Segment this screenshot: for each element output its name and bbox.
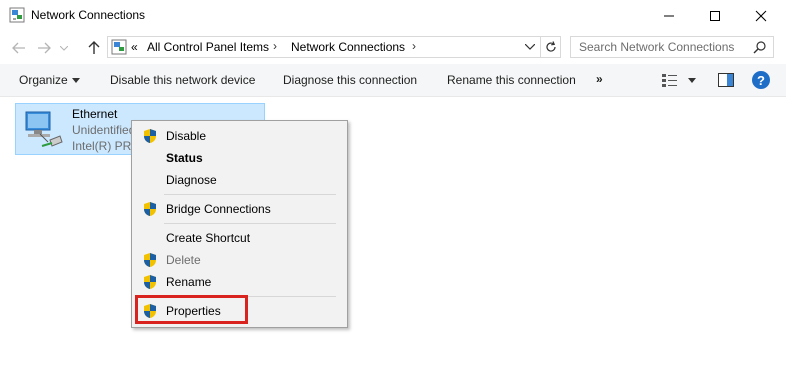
menu-item-status[interactable]: Status — [134, 147, 345, 169]
up-button[interactable] — [84, 38, 104, 58]
network-connections-icon — [9, 7, 25, 23]
menu-item-rename[interactable]: Rename — [134, 271, 345, 293]
menu-item-label: Rename — [166, 275, 212, 289]
uac-shield-icon — [144, 275, 156, 289]
refresh-button[interactable] — [540, 37, 560, 57]
disable-device-button[interactable]: Disable this network device — [110, 73, 255, 87]
uac-shield-icon — [144, 253, 156, 267]
diagnose-button[interactable]: Diagnose this connection — [283, 73, 417, 87]
title-bar: Network Connections — [0, 0, 786, 32]
view-options-caret-icon[interactable] — [688, 78, 696, 83]
arrow-up-icon — [88, 41, 100, 54]
menu-item-disable[interactable]: Disable — [134, 125, 345, 147]
uac-shield-icon — [144, 129, 156, 143]
menu-separator — [164, 223, 336, 224]
rename-button[interactable]: Rename this connection — [447, 73, 576, 87]
menu-item-label: Status — [166, 151, 203, 165]
search-placeholder: Search Network Connections — [579, 40, 735, 54]
address-history-button[interactable] — [522, 39, 538, 55]
breadcrumb-network-connections[interactable]: Network Connections — [291, 40, 405, 54]
menu-item-delete: Delete — [134, 249, 345, 271]
minimize-button[interactable] — [646, 0, 692, 32]
menu-item-label: Disable — [166, 129, 207, 143]
maximize-button[interactable] — [692, 0, 738, 32]
search-input[interactable]: Search Network Connections — [570, 36, 774, 58]
connection-name: Ethernet — [72, 107, 118, 121]
menu-separator — [164, 194, 336, 195]
maximize-icon — [710, 11, 720, 21]
forward-button[interactable] — [34, 38, 54, 58]
arrow-right-icon — [38, 42, 51, 54]
help-icon[interactable]: ? — [752, 71, 770, 89]
breadcrumb-separator[interactable]: › — [412, 39, 416, 53]
control-panel-icon — [111, 39, 127, 55]
minimize-icon — [664, 15, 674, 17]
properties-highlight-box — [135, 295, 248, 324]
menu-item-label: Create Shortcut — [166, 231, 251, 245]
back-button[interactable] — [9, 38, 29, 58]
recent-locations-button[interactable] — [58, 38, 70, 58]
refresh-icon — [545, 41, 556, 52]
address-bar[interactable]: « All Control Panel Items › Network Conn… — [107, 36, 561, 58]
menu-item-bridge-connections[interactable]: Bridge Connections — [134, 198, 345, 220]
window-title: Network Connections — [31, 8, 146, 22]
more-commands-button[interactable]: » — [596, 72, 603, 86]
chevron-down-icon — [60, 45, 68, 51]
arrow-left-icon — [12, 42, 25, 54]
menu-item-label: Diagnose — [166, 173, 217, 187]
organize-button[interactable]: Organize — [19, 73, 68, 87]
close-icon — [755, 10, 767, 22]
menu-item-label: Bridge Connections — [166, 202, 271, 216]
network-adapter-icon — [25, 111, 63, 147]
chevron-down-icon — [525, 44, 535, 50]
change-view-icon[interactable] — [662, 73, 678, 87]
breadcrumb-control-panel-items[interactable]: All Control Panel Items — [147, 40, 269, 54]
menu-item-diagnose[interactable]: Diagnose — [134, 169, 345, 191]
search-icon[interactable] — [753, 40, 767, 54]
breadcrumb-separator[interactable]: › — [273, 39, 277, 53]
menu-item-create-shortcut[interactable]: Create Shortcut — [134, 227, 345, 249]
address-overflow[interactable]: « — [131, 40, 138, 54]
uac-shield-icon — [144, 202, 156, 216]
preview-pane-icon[interactable] — [718, 73, 734, 87]
caret-down-icon — [72, 78, 80, 83]
menu-item-label: Delete — [166, 253, 201, 267]
close-button[interactable] — [738, 0, 784, 32]
